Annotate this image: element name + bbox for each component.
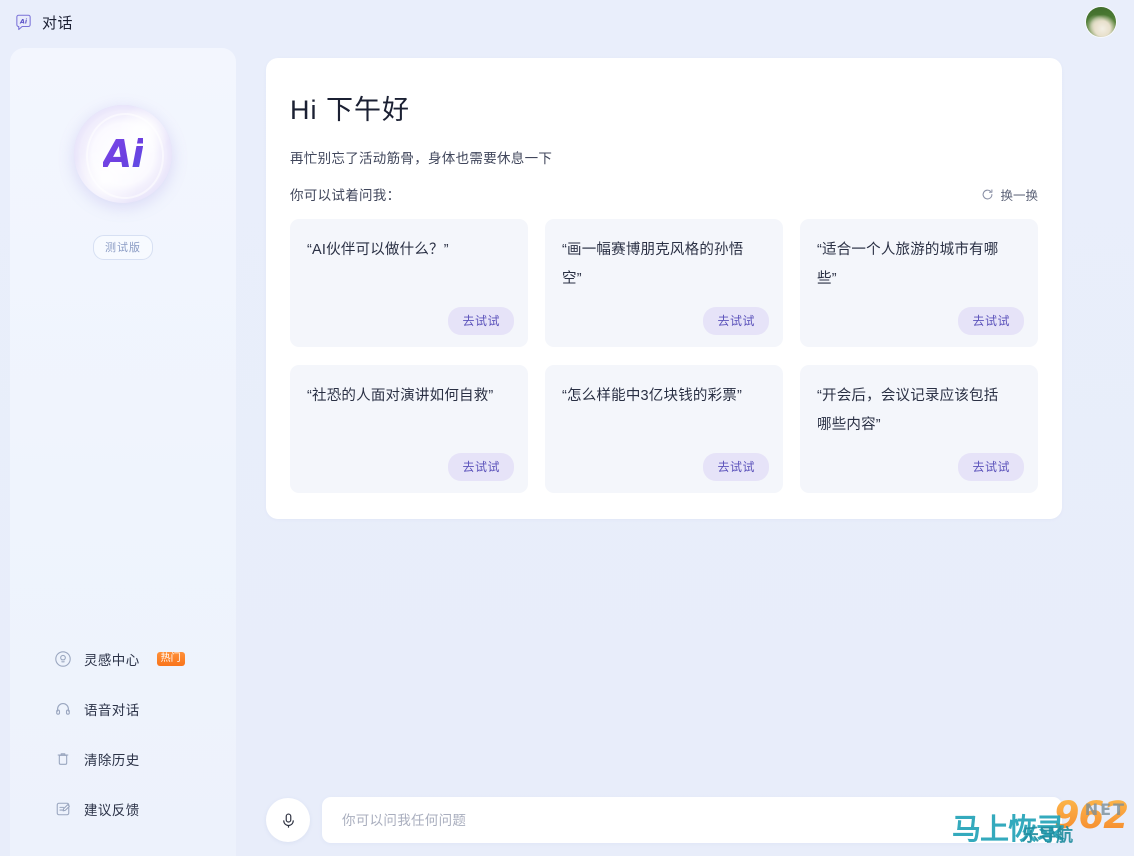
- app-root: Ai 对话 Ai 测试版 灵感中心 热门 语音对话 清除历史 建议反馈 Hi 下…: [0, 0, 1134, 856]
- main-content: Hi 下午好 再忙别忘了活动筋骨，身体也需要休息一下 你可以试着问我： 换一换: [236, 48, 1134, 856]
- suggestion-text: “画一幅赛博朋克风格的孙悟空”: [562, 242, 744, 287]
- microphone-icon: [280, 812, 297, 829]
- sidebar-item-label: 灵感中心: [84, 653, 140, 668]
- sidebar-item-inspiration[interactable]: 灵感中心 热门: [10, 634, 236, 684]
- top-bar: Ai 对话: [0, 0, 1134, 44]
- sidebar-item-feedback[interactable]: 建议反馈: [10, 784, 236, 834]
- sidebar-item-clear-history[interactable]: 清除历史: [10, 734, 236, 784]
- refresh-label: 换一换: [1000, 188, 1038, 203]
- ai-chat-icon: Ai: [14, 13, 33, 32]
- sidebar-item-label: 语音对话: [84, 703, 140, 718]
- sidebar-item-label: 建议反馈: [84, 803, 140, 818]
- headphones-icon: [54, 700, 72, 718]
- trash-icon: [54, 750, 72, 768]
- suggestion-card[interactable]: “适合一个人旅游的城市有哪些” 去试试: [800, 219, 1038, 347]
- suggestions-header: 你可以试着问我： 换一换: [290, 184, 1038, 204]
- microphone-button[interactable]: [266, 798, 310, 842]
- chat-input-wrapper[interactable]: [322, 797, 1062, 843]
- chat-input[interactable]: [342, 812, 1042, 828]
- suggestion-text: “怎么样能中3亿块钱的彩票”: [562, 388, 743, 404]
- avatar[interactable]: [1086, 7, 1116, 37]
- sidebar-logo-block: Ai 测试版: [10, 105, 236, 260]
- refresh-suggestions-button[interactable]: 换一换: [981, 185, 1038, 204]
- try-button[interactable]: 去试试: [448, 453, 514, 481]
- try-button[interactable]: 去试试: [958, 307, 1024, 335]
- composer: [266, 797, 1062, 843]
- hot-badge: 热门: [156, 651, 185, 667]
- try-button[interactable]: 去试试: [703, 453, 769, 481]
- greeting-subtitle: 再忙别忘了活动筋骨，身体也需要休息一下: [290, 151, 553, 166]
- suggestion-text: “适合一个人旅游的城市有哪些”: [817, 242, 999, 287]
- suggestion-text: “开会后，会议记录应该包括哪些内容”: [817, 388, 999, 433]
- sidebar-menu: 灵感中心 热门 语音对话 清除历史 建议反馈: [10, 634, 236, 834]
- suggestion-text: “AI伙伴可以做什么？”: [307, 242, 449, 258]
- refresh-icon: [981, 188, 994, 201]
- feedback-icon: [54, 800, 72, 818]
- suggestion-card[interactable]: “社恐的人面对演讲如何自救” 去试试: [290, 365, 528, 493]
- sidebar-item-voice-chat[interactable]: 语音对话: [10, 684, 236, 734]
- suggestion-card[interactable]: “怎么样能中3亿块钱的彩票” 去试试: [545, 365, 783, 493]
- suggestion-card[interactable]: “AI伙伴可以做什么？” 去试试: [290, 219, 528, 347]
- ai-orb-label: Ai: [102, 132, 144, 176]
- ai-orb-logo: Ai: [74, 105, 172, 203]
- topbar-left-group: Ai 对话: [14, 12, 73, 33]
- topbar-title: 对话: [42, 14, 74, 32]
- suggestion-text: “社恐的人面对演讲如何自救”: [307, 388, 494, 404]
- try-button[interactable]: 去试试: [958, 453, 1024, 481]
- suggestion-card[interactable]: “开会后，会议记录应该包括哪些内容” 去试试: [800, 365, 1038, 493]
- page-title: Hi 下午好: [290, 95, 410, 125]
- beta-badge: 测试版: [93, 235, 153, 260]
- lightbulb-icon: [54, 650, 72, 668]
- svg-text:Ai: Ai: [19, 18, 28, 25]
- suggestions-hint: 你可以试着问我：: [290, 188, 401, 203]
- try-button[interactable]: 去试试: [448, 307, 514, 335]
- sidebar-item-label: 清除历史: [84, 753, 140, 768]
- suggestion-card[interactable]: “画一幅赛博朋克风格的孙悟空” 去试试: [545, 219, 783, 347]
- suggestion-grid: “AI伙伴可以做什么？” 去试试 “画一幅赛博朋克风格的孙悟空” 去试试 “适合…: [290, 219, 1038, 493]
- try-button[interactable]: 去试试: [703, 307, 769, 335]
- sidebar: Ai 测试版 灵感中心 热门 语音对话 清除历史 建议反馈: [10, 48, 236, 856]
- greeting-card: Hi 下午好 再忙别忘了活动筋骨，身体也需要休息一下 你可以试着问我： 换一换: [266, 58, 1062, 519]
